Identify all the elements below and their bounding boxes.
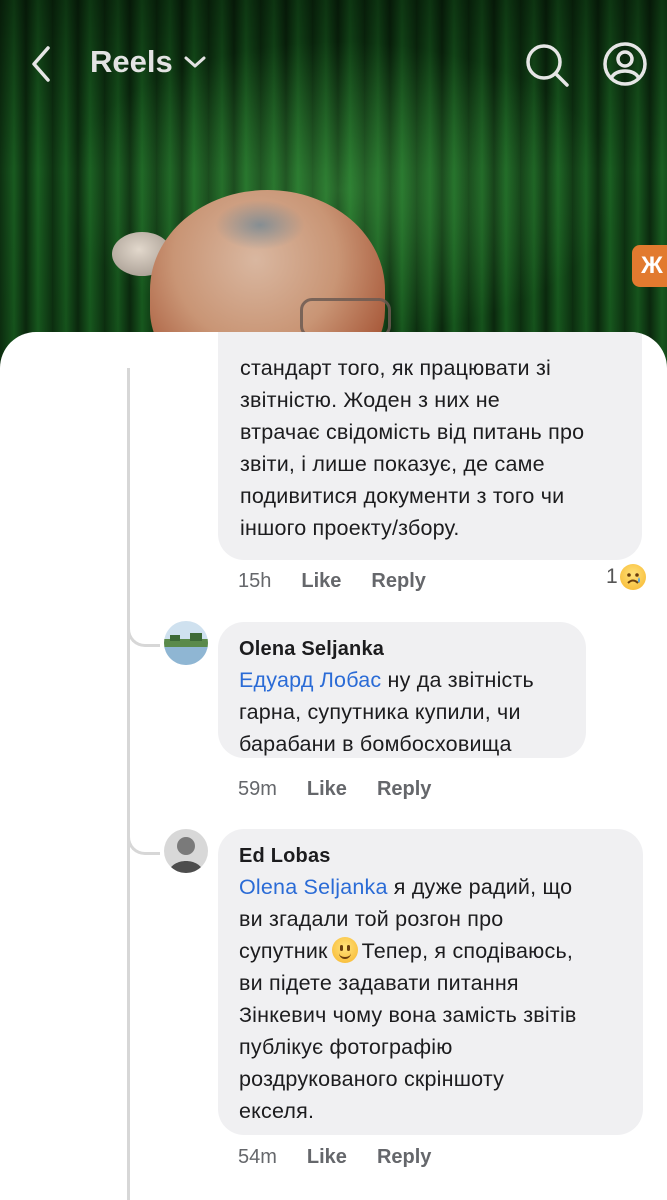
reaction-summary[interactable]: 1: [606, 564, 646, 590]
back-button[interactable]: [26, 42, 60, 86]
hair-tint: [215, 200, 305, 250]
thread-line: [127, 368, 130, 1200]
channel-logo: Ж: [632, 245, 667, 287]
comment-text: супутник: [239, 939, 328, 963]
comment-text-line: екселя.: [239, 1099, 315, 1123]
reply-button[interactable]: Reply: [377, 1146, 431, 1169]
search-icon: [526, 44, 569, 87]
reply-button[interactable]: Reply: [377, 778, 431, 801]
like-button[interactable]: Like: [301, 570, 341, 593]
comment-text-line: ви підете задавати питання: [239, 971, 519, 995]
comments-sheet[interactable]: стандарт того, як працювати зі звітністю…: [0, 332, 667, 1200]
comment-text: ну да звітність: [381, 668, 534, 692]
comment-author[interactable]: Olena Seljanka: [239, 634, 586, 664]
reply-button[interactable]: Reply: [371, 570, 425, 593]
comment-actions: 15h Like Reply: [238, 570, 426, 593]
profile-icon: [603, 42, 647, 86]
comment-bubble: стандарт того, як працювати зі звітністю…: [218, 332, 642, 560]
avatar[interactable]: [164, 829, 208, 873]
top-bar: Reels: [0, 0, 667, 130]
comment-text-line: гарна, супутника купили, чи: [239, 700, 521, 724]
comment-text-line: звітністю. Жоден з них не: [240, 388, 500, 412]
profile-button[interactable]: [602, 41, 648, 87]
reels-dropdown[interactable]: Reels: [90, 44, 207, 80]
comment-text-line: роздрукованого скріншоту: [239, 1067, 505, 1091]
comment-author[interactable]: Ed Lobas: [239, 841, 643, 871]
reply-connector: [127, 828, 160, 855]
comment-text-line: іншого проекту/збору.: [240, 516, 460, 540]
comment-text-line: стандарт того, як працювати зі: [240, 356, 551, 380]
comment-text: Тепер, я сподіваюсь,: [361, 939, 574, 963]
comment-text: я дуже радий, що: [387, 875, 573, 899]
comment-text-line: звіти, і лише показує, де саме: [240, 452, 545, 476]
user-mention[interactable]: Olena Seljanka: [239, 875, 388, 899]
smile-emoji-icon: [331, 937, 358, 963]
sad-reaction-icon: [619, 564, 646, 590]
like-button[interactable]: Like: [307, 1146, 347, 1169]
comment-text-line: супутник Тепер, я сподіваюсь,: [239, 935, 643, 967]
comment-text-line: барабани в бомбосховища: [239, 732, 512, 756]
comment-timestamp: 59m: [238, 778, 277, 800]
comment-text-line: втрачає свідомість від питань про: [240, 420, 585, 444]
chevron-down-icon: [184, 56, 206, 68]
reaction-count: 1: [606, 565, 618, 588]
comment-actions: 59m Like Reply: [238, 778, 431, 801]
user-mention[interactable]: Едуард Лобас: [239, 668, 381, 692]
comment-text-line: Зінкевич чому вона замість звітів: [239, 1003, 577, 1027]
comment-timestamp: 54m: [238, 1146, 277, 1168]
avatar[interactable]: [164, 621, 208, 665]
comment-timestamp: 15h: [238, 570, 272, 592]
comment-text-line: ви згадали той розгон про: [239, 907, 504, 931]
like-button[interactable]: Like: [307, 778, 347, 801]
page-title: Reels: [90, 44, 173, 79]
comment-text-line: подивитися документи з того чи: [240, 484, 565, 508]
comment-text-line: публікує фотографію: [239, 1035, 453, 1059]
chevron-left-icon: [32, 46, 50, 82]
comment-text-line: Едуард Лобас ну да звітність: [239, 664, 586, 696]
search-button[interactable]: [524, 42, 570, 88]
comment-text-line: Olena Seljanka я дуже радий, що: [239, 871, 643, 903]
comment-bubble: Ed Lobas Olena Seljanka я дуже радий, що…: [218, 829, 643, 1135]
comment-actions: 54m Like Reply: [238, 1146, 431, 1169]
comment-bubble: Olena Seljanka Едуард Лобас ну да звітні…: [218, 622, 586, 758]
reply-connector: [127, 620, 160, 647]
